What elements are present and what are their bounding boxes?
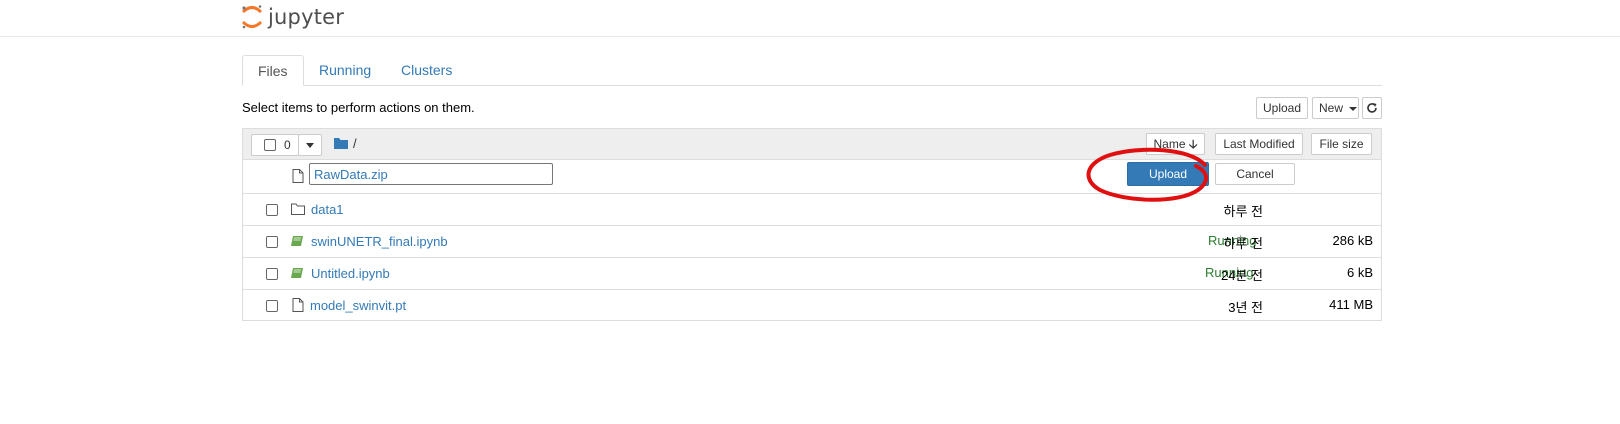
folder-home-icon[interactable] xyxy=(334,137,348,152)
list-item[interactable]: model_swinvit.pt 3년 전 411 MB xyxy=(243,290,1381,321)
item-modified: 하루 전 xyxy=(1223,204,1264,219)
refresh-icon xyxy=(1367,103,1377,113)
cancel-upload-button[interactable]: Cancel xyxy=(1215,163,1295,185)
notebook-icon xyxy=(291,267,304,282)
item-checkbox[interactable] xyxy=(266,268,278,280)
list-item[interactable]: Untitled.ipynb Running 24분 전 6 kB xyxy=(243,258,1381,290)
list-item[interactable]: swinUNETR_final.ipynb Running 하루 전 286 k… xyxy=(243,226,1381,258)
item-size: 411 MB xyxy=(1329,297,1373,312)
item-name-link[interactable]: model_swinvit.pt xyxy=(310,298,406,313)
upload-confirm-button[interactable]: Upload xyxy=(1127,162,1209,186)
notebook-icon xyxy=(291,235,304,250)
sort-name-label: Name xyxy=(1153,137,1186,151)
breadcrumb-path[interactable]: / xyxy=(353,136,357,151)
sort-last-modified-button[interactable]: Last Modified xyxy=(1215,133,1303,155)
item-name-link[interactable]: swinUNETR_final.ipynb xyxy=(311,234,448,249)
tab-clusters[interactable]: Clusters xyxy=(386,55,467,85)
logo-text: jupyter xyxy=(268,5,345,29)
list-item[interactable]: data1 하루 전 xyxy=(243,194,1381,226)
file-icon xyxy=(292,298,304,315)
item-name-link[interactable]: Untitled.ipynb xyxy=(311,266,390,281)
selection-info-text: Select items to perform actions on them. xyxy=(242,100,475,115)
select-dropdown-button[interactable] xyxy=(298,134,322,156)
jupyter-logo[interactable]: jupyter xyxy=(240,2,344,32)
folder-icon xyxy=(291,203,305,218)
item-name-link[interactable]: data1 xyxy=(311,202,344,217)
arrow-down-icon: 🡣 xyxy=(1188,137,1198,151)
select-all-checkbox[interactable] xyxy=(264,139,276,151)
item-modified: 하루 전 xyxy=(1223,236,1264,251)
sort-name-button[interactable]: Name 🡣 xyxy=(1146,133,1205,155)
item-checkbox[interactable] xyxy=(266,236,278,248)
header: jupyter xyxy=(0,0,1620,37)
caret-down-icon xyxy=(1349,106,1358,111)
caret-down-icon xyxy=(306,143,314,149)
sort-file-size-button[interactable]: File size xyxy=(1311,133,1372,155)
item-checkbox[interactable] xyxy=(266,300,278,312)
new-button-label: New xyxy=(1319,101,1344,115)
item-modified: 24분 전 xyxy=(1221,268,1263,283)
file-icon xyxy=(292,169,304,186)
upload-button[interactable]: Upload xyxy=(1256,97,1308,119)
upload-filename-input[interactable] xyxy=(309,163,553,185)
item-size: 286 kB xyxy=(1332,233,1373,248)
item-size: 6 kB xyxy=(1346,265,1373,280)
item-modified: 3년 전 xyxy=(1228,300,1263,315)
selected-count: 0 xyxy=(284,138,291,152)
tab-bar: Files Running Clusters xyxy=(242,55,1382,86)
list-header: 0 / Name 🡣 Last Modified File size xyxy=(243,129,1381,160)
item-checkbox[interactable] xyxy=(266,204,278,216)
file-list: 0 / Name 🡣 Last Modified File size data1… xyxy=(242,128,1382,321)
refresh-button[interactable] xyxy=(1362,97,1382,119)
tab-files[interactable]: Files xyxy=(242,55,304,86)
new-dropdown-button[interactable]: New xyxy=(1312,97,1359,119)
tab-running[interactable]: Running xyxy=(304,55,386,85)
select-all-control[interactable]: 0 xyxy=(251,134,299,156)
jupyter-logo-icon xyxy=(241,5,263,29)
